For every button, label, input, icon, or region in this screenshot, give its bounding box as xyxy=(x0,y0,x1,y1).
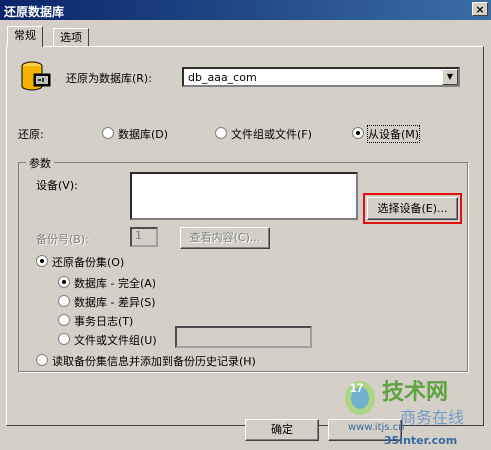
radio-database-label[interactable]: 数据库(D) xyxy=(118,126,168,142)
close-button[interactable]: × xyxy=(472,2,488,16)
radio-filegroup-label[interactable]: 文件组或文件(F) xyxy=(231,126,312,142)
restore-type-label: 还原: xyxy=(18,128,44,141)
watermark-url: www.itjs.cn xyxy=(348,422,405,433)
view-contents-label: 查看内容(C)... xyxy=(189,231,261,244)
select-device-label: 选择设备(E)... xyxy=(377,202,448,215)
backup-number-input[interactable]: 1 xyxy=(130,227,158,247)
svg-text:17: 17 xyxy=(350,381,364,395)
close-icon: × xyxy=(475,3,485,16)
radio-transaction-log[interactable] xyxy=(58,314,70,326)
radio-restore-backup-set[interactable] xyxy=(36,255,48,267)
tab-options-label: 选项 xyxy=(60,31,82,44)
radio-db-full-label[interactable]: 数据库 - 完全(A) xyxy=(74,275,156,291)
database-icon xyxy=(21,61,51,91)
radio-db-differential-label[interactable]: 数据库 - 差异(S) xyxy=(74,294,156,310)
radio-file-or-filegroup-label[interactable]: 文件或文件组(U) xyxy=(74,332,157,348)
restore-backup-set-label[interactable]: 还原备份集(O) xyxy=(52,254,124,270)
title-bar: 还原数据库 × xyxy=(0,0,491,20)
tab-options[interactable]: 选项 xyxy=(53,28,89,46)
radio-file-or-filegroup[interactable] xyxy=(58,333,70,345)
restore-as-db-select[interactable]: db_aaa_com ▼ xyxy=(182,67,460,87)
select-device-button[interactable]: 选择设备(E)... xyxy=(367,197,458,220)
radio-db-differential[interactable] xyxy=(58,295,70,307)
radio-db-full[interactable] xyxy=(58,276,70,288)
restore-as-db-value: db_aaa_com xyxy=(188,71,257,84)
ok-button[interactable]: 确定 xyxy=(245,419,319,441)
device-list[interactable] xyxy=(130,172,358,220)
radio-from-device-label[interactable]: 从设备(M) xyxy=(366,125,421,143)
watermark: 17 技术网 商务在线 www.itjs.cn 35inter.com xyxy=(340,372,490,450)
window-title: 还原数据库 xyxy=(4,5,65,19)
restore-as-label: 还原为数据库(R): xyxy=(66,72,152,85)
backup-number-value: 1 xyxy=(135,229,142,242)
radio-from-device[interactable] xyxy=(352,127,364,139)
read-history-label[interactable]: 读取备份集信息并添加到备份历史记录(H) xyxy=(52,353,256,369)
params-group-label: 参数 xyxy=(26,155,54,171)
watermark-logo-text: 技术网 xyxy=(382,380,449,405)
ok-label: 确定 xyxy=(271,423,293,436)
watermark-sub-text: 商务在线 xyxy=(400,408,465,427)
radio-database[interactable] xyxy=(102,127,114,139)
radio-read-history[interactable] xyxy=(36,354,48,366)
device-label: 设备(V): xyxy=(36,179,78,192)
radio-transaction-log-label[interactable]: 事务日志(T) xyxy=(74,313,133,329)
tab-general[interactable]: 常规 xyxy=(7,26,43,47)
radio-filegroup[interactable] xyxy=(215,127,227,139)
watermark-site: 35inter.com xyxy=(384,434,458,447)
view-contents-button[interactable]: 查看内容(C)... xyxy=(180,227,270,249)
file-or-filegroup-input[interactable] xyxy=(175,326,312,348)
backup-number-label: 备份号(B): xyxy=(36,233,89,246)
watermark-logo-icon: 17 xyxy=(345,381,375,415)
chevron-down-icon[interactable]: ▼ xyxy=(442,69,458,85)
tab-general-label: 常规 xyxy=(14,29,36,42)
